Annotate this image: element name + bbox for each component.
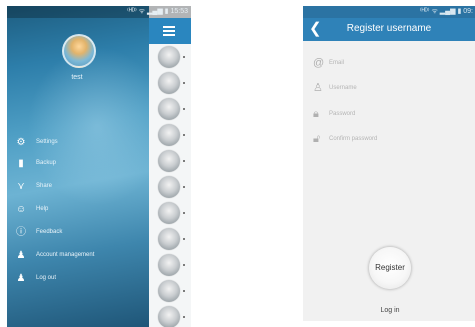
register-button[interactable]: Register [369,247,411,289]
gear-icon: ⚙ [16,137,26,148]
navigation-drawer: test ⚙ Settings ▮ Backup ⋎ Share ☺ Help … [7,6,167,327]
background-list [149,44,191,327]
list-item-thumbnail[interactable] [158,46,185,68]
list-item-thumbnail[interactable] [158,202,185,224]
username-placeholder: Username [329,85,357,91]
menu-item-log-out[interactable]: ♟ Log out [16,273,146,287]
feedback-icon: ⓘ [16,227,26,238]
hamburger-menu-button[interactable] [149,18,191,44]
lock-open-icon: 🔓︎ [313,133,321,145]
menu-item-settings[interactable]: ⚙ Settings [16,137,146,151]
login-link[interactable]: Log in [369,307,411,314]
menu-icon [163,26,175,28]
share-icon: ⋎ [17,181,25,192]
email-placeholder: Email [329,60,345,66]
menu-item-label: Feedback [36,229,63,235]
menu-item-account-management[interactable]: ♟ Account management [16,250,146,264]
status-bar-info: ⁽ᴴᴰ⁾ ᯤ ▂▄▆ ▮ 09: [419,8,473,15]
menu-item-backup[interactable]: ▮ Backup [16,158,146,172]
status-bar: ⁽ᴴᴰ⁾ ᯤ ▂▄▆ ▮ 15:53 [7,6,191,18]
list-item-thumbnail[interactable] [158,254,185,276]
help-icon: ☺ [16,204,27,215]
title-bar: ❮ Register username [303,18,475,41]
list-item-thumbnail[interactable] [158,306,185,327]
menu-item-share[interactable]: ⋎ Share [16,181,146,195]
menu-item-label: Account management [36,252,95,258]
backup-icon: ▮ [18,158,24,169]
menu-item-feedback[interactable]: ⓘ Feedback [16,227,146,241]
list-item-thumbnail[interactable] [158,228,185,250]
list-item-thumbnail[interactable] [158,280,185,302]
menu-item-label: Help [36,206,49,212]
menu-item-label: Log out [36,275,57,281]
status-bar-info: ⁽ᴴᴰ⁾ ᯤ ▂▄▆ ▮ 15:53 [127,8,188,15]
password-placeholder: Password [329,111,356,117]
user-icon: ♙ [313,82,323,94]
email-icon: @ [313,57,325,69]
username-label: test [71,74,83,81]
list-item-thumbnail[interactable] [158,98,185,120]
menu-item-label: Share [36,183,53,189]
phone-navigation-drawer: test ⚙ Settings ▮ Backup ⋎ Share ☺ Help … [7,6,191,327]
page-title: Register username [346,23,432,34]
list-item-thumbnail[interactable] [158,176,185,198]
email-field[interactable]: @ Email [313,56,468,74]
logout-icon: ♟ [16,273,26,284]
confirm-password-field[interactable]: 🔓︎ Confirm password [313,132,468,150]
password-field[interactable]: 🔒︎ Password [313,107,468,125]
avatar[interactable] [62,34,96,68]
list-item-thumbnail[interactable] [158,72,185,94]
confirm-password-placeholder: Confirm password [329,136,378,142]
account-icon: ♟ [16,250,26,261]
menu-item-label: Settings [36,139,58,145]
phone-register-screen: ⁽ᴴᴰ⁾ ᯤ ▂▄▆ ▮ 09: ❮ Register username @ E… [303,6,475,321]
status-bar: ⁽ᴴᴰ⁾ ᯤ ▂▄▆ ▮ 09: [303,6,475,18]
menu-item-label: Backup [36,160,57,166]
username-field[interactable]: ♙ Username [313,81,468,99]
list-item-thumbnail[interactable] [158,124,185,146]
lock-icon: 🔒︎ [313,108,319,120]
menu-item-help[interactable]: ☺ Help [16,204,146,218]
list-item-thumbnail[interactable] [158,150,185,172]
